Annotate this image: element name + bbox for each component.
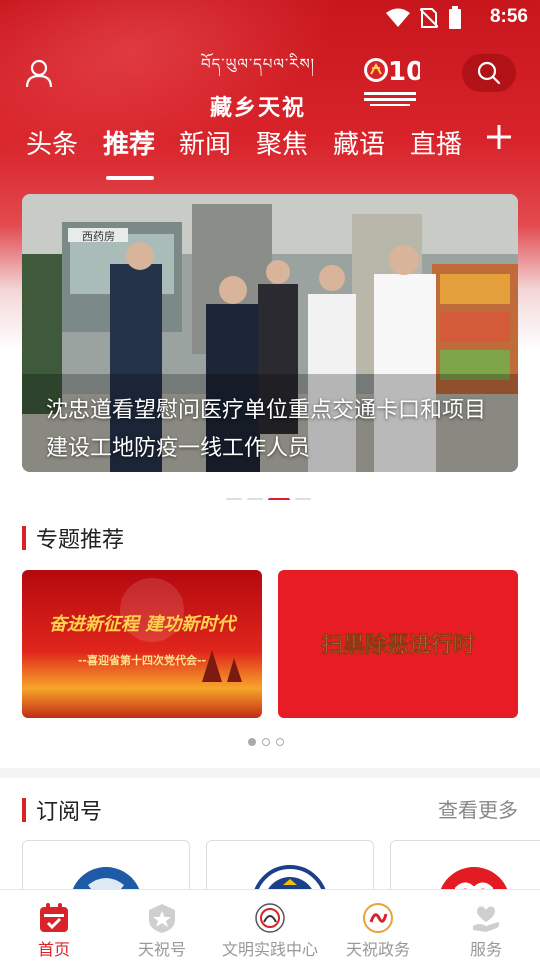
topic-card-anticrime-image: 扫黑除恶进行时 — [278, 570, 518, 718]
active-tab-indicator — [106, 176, 154, 180]
status-time: 8:56 — [489, 6, 528, 27]
section-accent-bar — [22, 526, 26, 550]
topics-dot — [276, 738, 284, 746]
emblem-icon — [255, 903, 285, 933]
app-logo: བོད་ཡུལ་དཔལ་རིས། 藏乡天祝 — [200, 48, 316, 122]
bottom-tab-services[interactable]: 服务 — [432, 890, 540, 961]
status-icons — [386, 6, 462, 30]
topics-section: 专题推荐 奋进新征程 建功新时代 --喜迎省第十四次党代会-- 扫黑除恶进行时 — [0, 500, 540, 768]
status-bar: 8:56 — [0, 0, 540, 36]
battery-icon — [449, 6, 461, 29]
bottom-tab-services-label: 服务 — [469, 940, 502, 959]
calendar-icon — [40, 903, 68, 932]
topics-title-text: 专题推荐 — [36, 528, 125, 553]
topics-dot-active — [248, 738, 256, 746]
topic-card-congress[interactable]: 奋进新征程 建功新时代 --喜迎省第十四次党代会-- — [22, 570, 262, 718]
add-channel-icon[interactable] — [484, 122, 514, 152]
bottom-tab-tianzhu-hao-label: 天祝号 — [137, 940, 186, 959]
badge-number: 100 — [388, 57, 420, 87]
topics-dot — [262, 738, 270, 746]
topics-title: 专题推荐 — [22, 522, 124, 554]
user-icon[interactable] — [24, 58, 54, 88]
topics-pagination — [248, 738, 284, 746]
bottom-tab-tianzhu-hao[interactable]: 天祝号 — [108, 890, 216, 961]
topic-card-anticrime[interactable]: 扫黑除恶进行时 — [278, 570, 518, 718]
tab-headlines[interactable]: 头条 — [26, 124, 78, 161]
subscriptions-section: 订阅号 查看更多 — [0, 778, 540, 912]
tab-news[interactable]: 新闻 — [179, 124, 231, 161]
bottom-tab-home-label: 首页 — [37, 940, 70, 959]
topic-card-anticrime-headline: 扫黑除恶进行时 — [321, 632, 475, 658]
hero-sign-text: 西药房 — [82, 230, 115, 243]
hero-carousel-slide[interactable]: 西药房 沈忠道看望慰问医疗单位重点交通卡口和项目建设工地防疫一线工作人员 — [22, 194, 518, 472]
channel-tabs: 头条 推荐 新闻 聚焦 藏语 直播 — [0, 124, 540, 180]
gov-seal-icon — [363, 903, 393, 933]
bottom-tab-civilization-center-label: 文明实践中心 — [221, 940, 318, 959]
top-nav: བོད་ཡུལ་དཔལ་རིས། 藏乡天祝 100 — [0, 46, 540, 121]
heart-hand-icon — [473, 906, 500, 932]
search-button[interactable] — [462, 54, 516, 92]
topic-card-congress-image: 奋进新征程 建功新时代 --喜迎省第十四次党代会-- — [22, 570, 262, 718]
topic-card-congress-subline: --喜迎省第十四次党代会-- — [78, 653, 206, 667]
party-100-badge-icon: 100 — [364, 57, 420, 106]
logo-title: 藏乡天祝 — [209, 95, 306, 121]
wifi-icon — [386, 8, 410, 27]
subscriptions-title-text: 订阅号 — [36, 800, 103, 825]
subscriptions-title: 订阅号 — [22, 794, 102, 826]
star-shield-icon — [149, 904, 175, 933]
no-sim-icon — [420, 8, 438, 28]
view-more-link[interactable]: 查看更多 — [438, 794, 518, 823]
tab-live[interactable]: 直播 — [410, 124, 462, 161]
search-icon — [477, 61, 501, 85]
topic-card-congress-headline: 奋进新征程 建功新时代 — [49, 614, 238, 635]
logo-tibetan-text: བོད་ཡུལ་དཔལ་རིས། — [201, 55, 315, 73]
tab-recommend[interactable]: 推荐 — [103, 124, 155, 161]
bottom-tab-home[interactable]: 首页 — [0, 890, 108, 961]
tab-tibetan[interactable]: 藏语 — [333, 124, 385, 161]
bottom-tab-bar: 首页 天祝号 文明实践中心 天祝政务 服务 — [0, 889, 540, 961]
section-accent-bar — [22, 798, 26, 822]
bottom-tab-government[interactable]: 天祝政务 — [324, 890, 432, 961]
bottom-tab-civilization-center[interactable]: 文明实践中心 — [216, 890, 324, 961]
hero-caption: 沈忠道看望慰问医疗单位重点交通卡口和项目建设工地防疫一线工作人员 — [46, 398, 487, 461]
bottom-tab-government-label: 天祝政务 — [345, 940, 410, 959]
tab-focus[interactable]: 聚焦 — [256, 124, 308, 161]
